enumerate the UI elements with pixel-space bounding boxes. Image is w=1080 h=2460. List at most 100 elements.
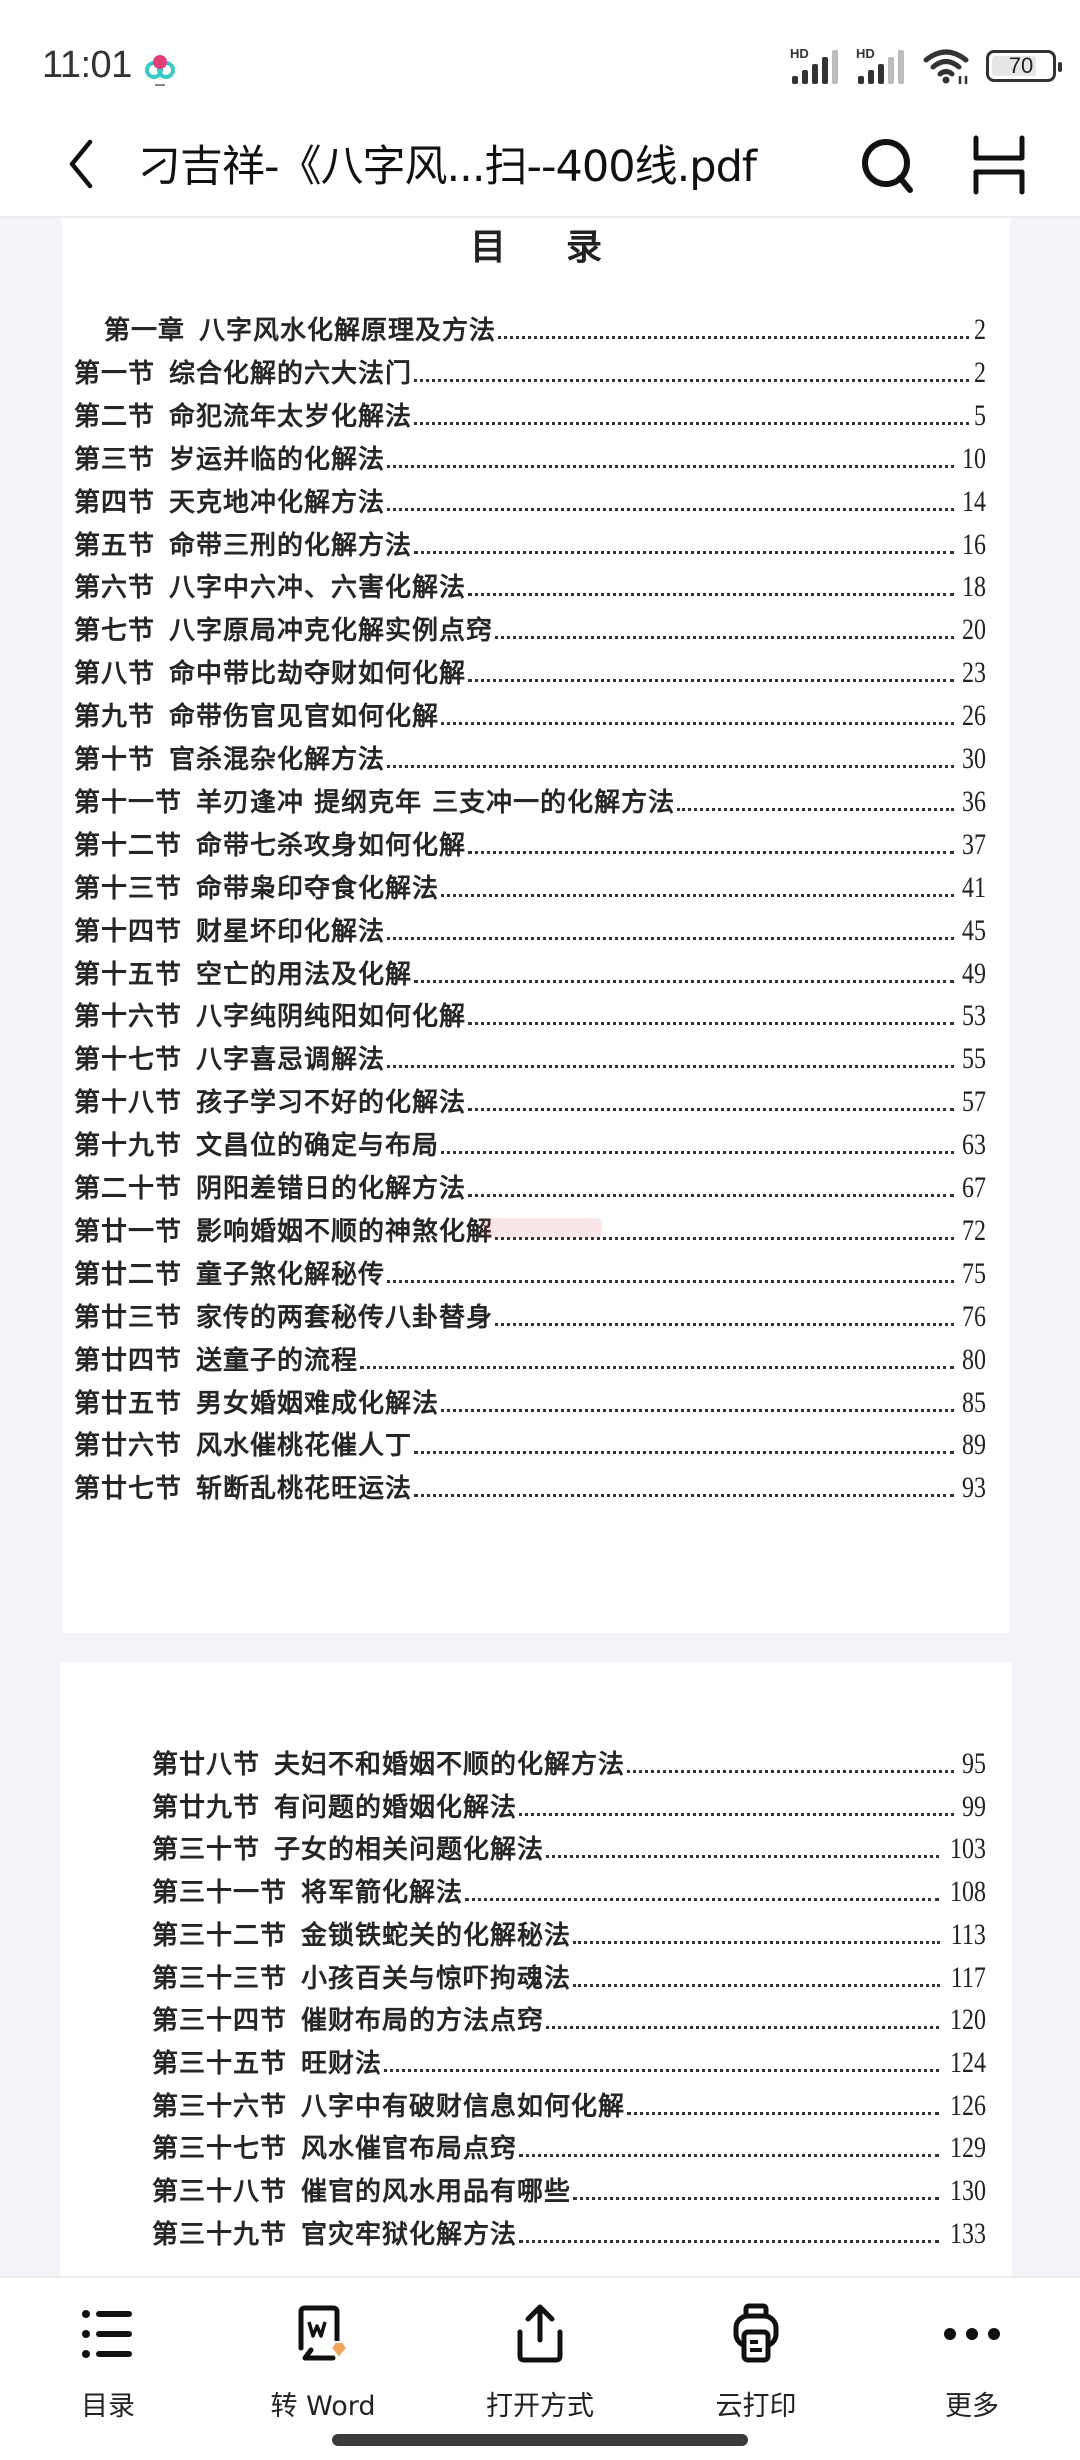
toc-entry-leader — [468, 679, 954, 683]
app-header: 刁吉祥-《八字风...扫--400线.pdf — [0, 110, 1080, 218]
toc-entry-section: 第三十一节 — [152, 1878, 288, 1909]
toc-entry[interactable]: 第六节 八字中六冲、六害化解法 18 — [74, 567, 986, 604]
toc-entry-title: 命带伤官见官如何化解 — [169, 702, 440, 733]
toc-entry-leader — [468, 1108, 954, 1112]
toc-entry[interactable]: 第廿四节 送童子的流程 80 — [74, 1340, 986, 1377]
chevron-left-icon[interactable] — [56, 134, 108, 194]
toc-entry[interactable]: 第十三节 命带枭印夺食化解法 41 — [74, 868, 986, 905]
toc-entry-leader — [573, 2197, 939, 2200]
toc-entry[interactable]: 第十八节 孩子学习不好的化解法 57 — [74, 1082, 986, 1119]
toc-entry-leader — [468, 593, 954, 597]
toc-entry[interactable]: 第二十节 阴阳差错日的化解方法 67 — [74, 1168, 986, 1205]
toc-entry-section: 第十九节 — [74, 1131, 183, 1162]
toc-entry-title: 送童子的流程 — [196, 1345, 359, 1376]
toc-entry-page: 16 — [962, 527, 986, 561]
toc-entry[interactable]: 第三十八节 催官的风水用品有哪些 130 — [152, 2171, 986, 2208]
toc-entry[interactable]: 第廿六节 风水催桃花催人丁 89 — [74, 1425, 986, 1462]
toc-entry-leader — [519, 2154, 939, 2158]
toc-entry-title: 命带七杀攻身如何化解 — [196, 830, 467, 861]
toc-entry-leader — [414, 421, 969, 425]
toolbar-convert-word-button[interactable]: 转 Word — [223, 2278, 423, 2428]
toc-entry[interactable]: 第九节 命带伤官见官如何化解 26 — [74, 696, 986, 733]
toc-entry-page: 124 — [950, 2045, 986, 2079]
share-icon — [517, 2304, 563, 2363]
toc-entry[interactable]: 第十四节 财星坏印化解法 45 — [74, 911, 986, 948]
toc-entry-page: 72 — [962, 1213, 986, 1247]
toc-entry-leader — [384, 2068, 939, 2072]
toc-entry-leader — [387, 936, 954, 940]
toc-entry-title: 有问题的婚姻化解法 — [274, 1792, 518, 1823]
toc-entry[interactable]: 第三十节 子女的相关问题化解法 103 — [152, 1829, 986, 1866]
toc-entry-title: 影响婚姻不顺的神煞化解 — [196, 1216, 494, 1247]
toc-entry[interactable]: 第八节 命中带比劫夺财如何化解 23 — [74, 653, 986, 690]
toc-entry-page: 113 — [950, 1917, 986, 1951]
printer-icon — [733, 2303, 779, 2363]
toc-entry-title: 八字风水化解原理及方法 — [199, 316, 497, 346]
toc-entry-page: 85 — [962, 1385, 986, 1419]
toc-entry[interactable]: 第三十五节 旺财法 124 — [152, 2043, 986, 2080]
toc-entry[interactable]: 第十六节 八字纯阴纯阳如何化解 53 — [74, 996, 986, 1033]
toc-entry[interactable]: 第二节 命犯流年太岁化解法 5 — [74, 396, 986, 433]
toc-entry[interactable]: 第廿二节 童子煞化解秘传 75 — [74, 1254, 986, 1291]
toc-entry[interactable]: 第三十三节 小孩百关与惊吓拘魂法 117 — [152, 1958, 986, 1995]
toc-entry-leader — [627, 1770, 954, 1773]
toc-entry[interactable]: 第四节 天克地冲化解方法 14 — [74, 482, 986, 519]
search-icon[interactable] — [858, 134, 918, 198]
toolbar-toc-button[interactable]: 目录 — [8, 2278, 208, 2428]
toc-entry[interactable]: 第七节 八字原局冲克化解实例点窍 20 — [74, 610, 986, 647]
toc-entry[interactable]: 第十二节 命带七杀攻身如何化解 37 — [74, 825, 986, 862]
toolbar-open-with-button[interactable]: 打开方式 — [440, 2278, 640, 2428]
toc-entry-leader — [387, 1279, 954, 1283]
toc-entry-section: 第六节 — [74, 573, 156, 604]
toc-entry-page: 75 — [962, 1256, 986, 1290]
toc-entry-section: 第廿二节 — [74, 1259, 183, 1290]
toc-entry[interactable]: 第三十九节 官灾牢狱化解方法 133 — [152, 2214, 986, 2251]
toolbar-cloud-print-label: 云打印 — [715, 2391, 797, 2422]
toc-entry[interactable]: 第三十六节 八字中有破财信息如何化解 126 — [152, 2086, 986, 2123]
toc-entry-title: 斩断乱桃花旺运法 — [196, 1474, 413, 1505]
toc-entry-leader — [573, 1940, 941, 1944]
toc-entry-page: 63 — [962, 1128, 986, 1162]
toc-entry[interactable]: 第三十二节 金锁铁蛇关的化解秘法 113 — [152, 1915, 986, 1952]
toc-entry[interactable]: 第三十四节 催财布局的方法点窍 120 — [152, 2000, 986, 2037]
toc-entry[interactable]: 第一章 八字风水化解原理及方法 2 — [104, 310, 986, 347]
toc-entry[interactable]: 第廿五节 男女婚姻难成化解法 85 — [74, 1383, 986, 1420]
toc-entry-title: 天克地冲化解方法 — [169, 487, 386, 518]
toc-entry[interactable]: 第廿七节 斩断乱桃花旺运法 93 — [74, 1468, 986, 1505]
toc-entry[interactable]: 第廿八节 夫妇不和婚姻不顺的化解方法 95 — [152, 1744, 986, 1781]
toc-entry[interactable]: 第十七节 八字喜忌调解法 55 — [74, 1039, 986, 1076]
toc-entry-leader — [546, 2026, 939, 2030]
toc-entry[interactable]: 第十一节 羊刃逢冲 提纲克年 三支冲一的化解方法 36 — [74, 782, 986, 819]
hamburger-icon[interactable] — [970, 134, 1028, 196]
toc-entry[interactable]: 第十九节 文昌位的确定与布局 63 — [74, 1125, 986, 1162]
toc-entry-leader — [414, 378, 969, 382]
wifi-icon — [923, 49, 969, 84]
cellular-signal-1-icon: HD — [790, 46, 844, 86]
toc-entry[interactable]: 第廿三节 家传的两套秘传八卦替身 76 — [74, 1297, 986, 1334]
toc-entry[interactable]: 第廿九节 有问题的婚姻化解法 99 — [152, 1787, 986, 1824]
toc-entry-leader — [414, 979, 954, 983]
toc-entry-section: 第四节 — [74, 487, 156, 518]
pdf-viewer[interactable]: 目录 第一章 八字风水化解原理及方法 2 第一节 综合化解的六大法门 2 第二节 命犯流年太岁… — [0, 218, 1080, 2276]
toc-entry[interactable]: 第十节 官杀混杂化解方法 30 — [74, 739, 986, 776]
toc-entry-leader — [546, 1855, 939, 1859]
toc-entry[interactable]: 第五节 命带三刑的化解方法 16 — [74, 525, 986, 562]
toc-entry-title: 男女婚姻难成化解法 — [196, 1388, 440, 1419]
toc-entry[interactable]: 第三节 岁运并临的化解法 10 — [74, 439, 986, 476]
toc-entry-page: 129 — [950, 2131, 986, 2165]
toolbar-more-button[interactable]: 更多 — [872, 2278, 1072, 2428]
toc-entry[interactable]: 第三十七节 风水催官布局点窍 129 — [152, 2128, 986, 2165]
toolbar-cloud-print-button[interactable]: 云打印 — [656, 2278, 856, 2428]
app-notification-icon — [145, 55, 175, 86]
toc-entry-section: 第三十节 — [152, 1835, 261, 1866]
home-indicator[interactable] — [332, 2434, 748, 2446]
toc-entry-section: 第十四节 — [74, 916, 183, 947]
toc-entry-title: 命中带比劫夺财如何化解 — [169, 659, 467, 690]
toc-entry[interactable]: 第一节 综合化解的六大法门 2 — [74, 353, 986, 390]
toc-entry[interactable]: 第三十一节 将军箭化解法 108 — [152, 1872, 986, 1909]
toc-entry-page: 53 — [962, 999, 986, 1033]
toc-entry-leader — [468, 1194, 954, 1197]
toc-entry-page: 26 — [962, 699, 986, 733]
toc-entry[interactable]: 第十五节 空亡的用法及化解 49 — [74, 954, 986, 991]
toc-entry-leader — [468, 850, 954, 854]
